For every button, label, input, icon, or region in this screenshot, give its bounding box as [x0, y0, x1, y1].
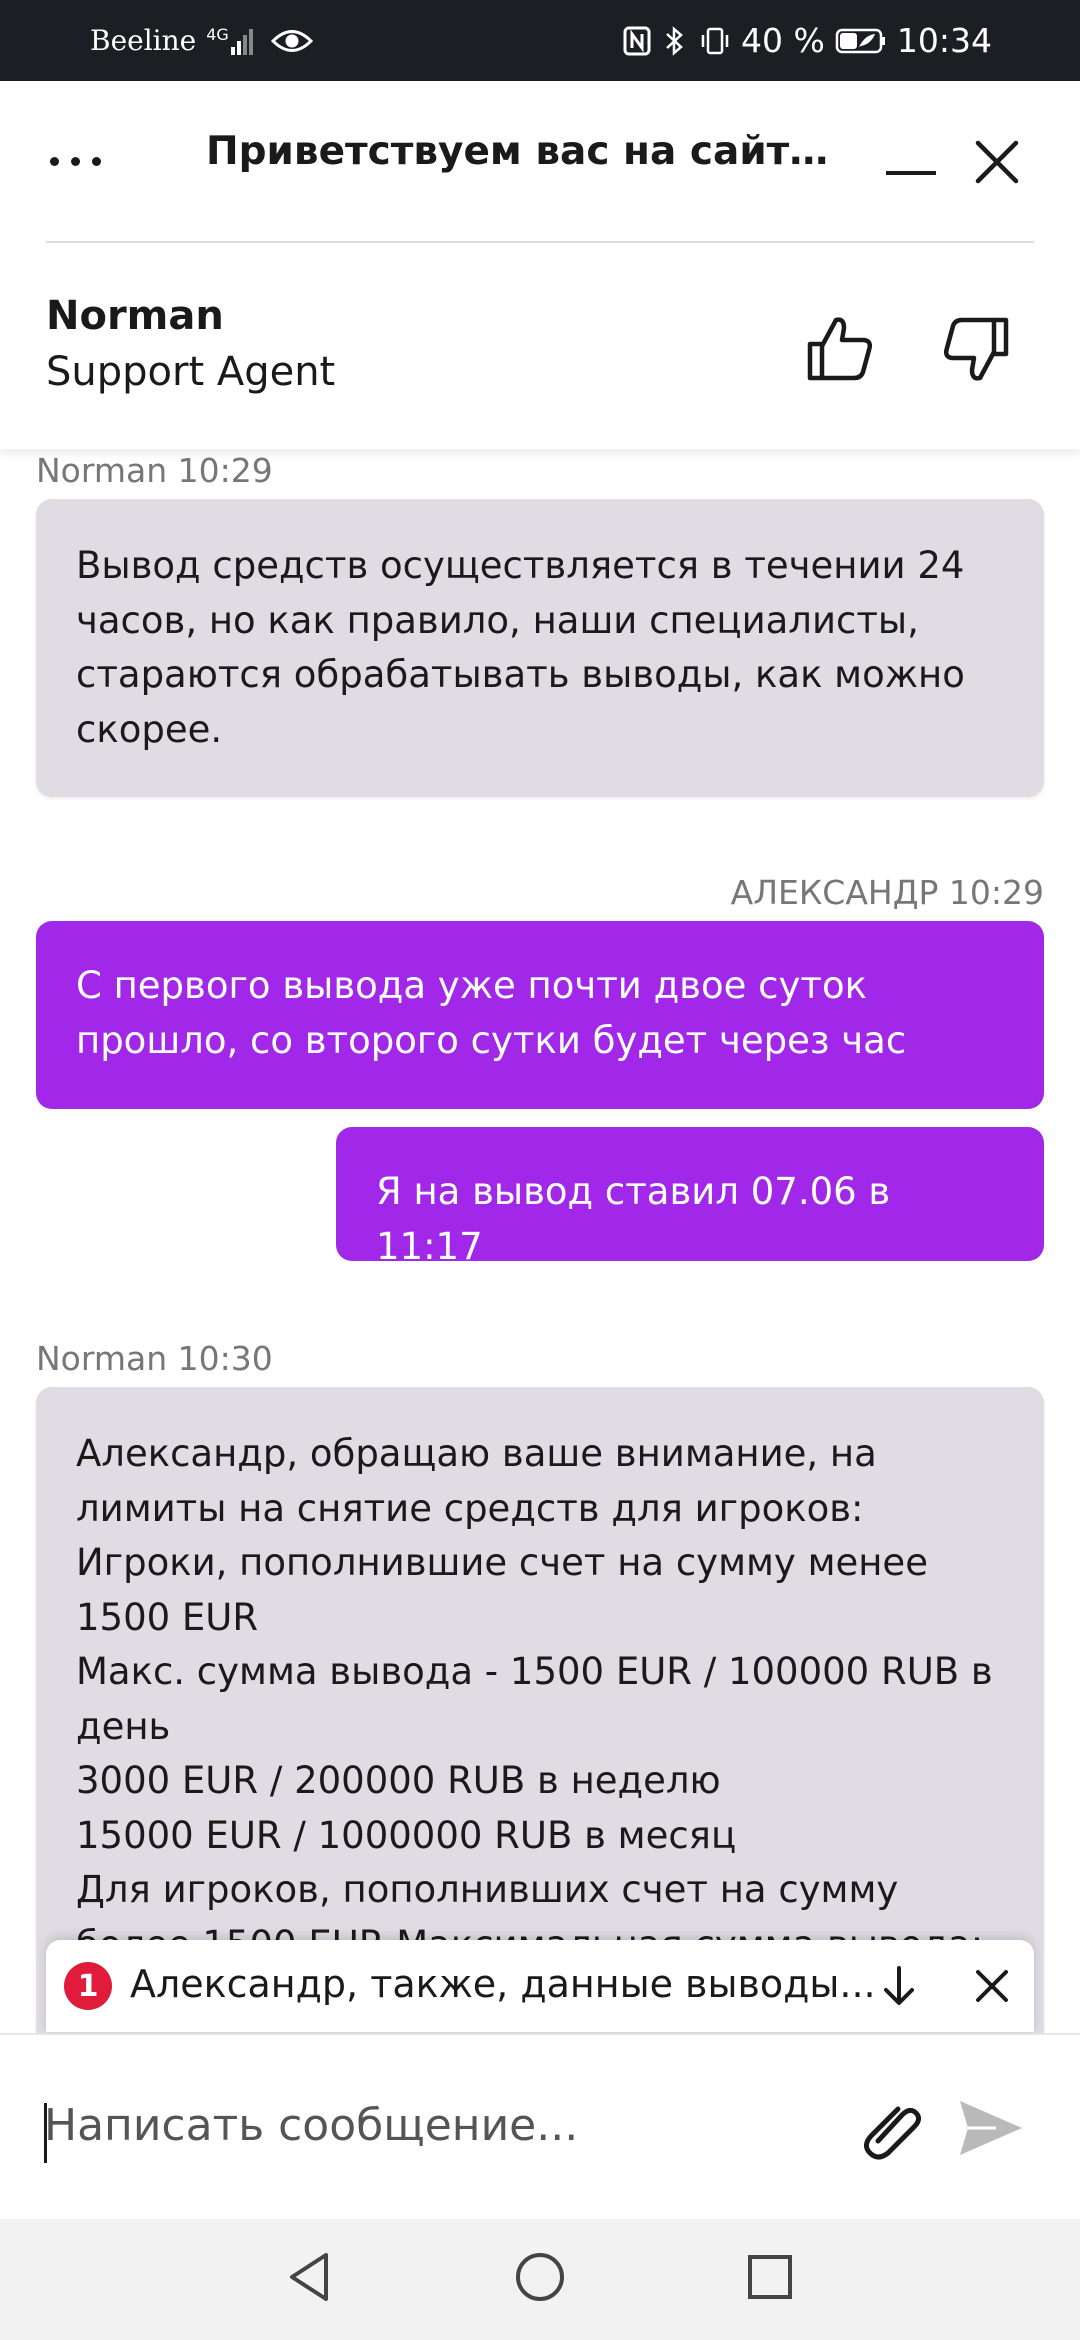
battery-percent: 40 % [741, 21, 825, 60]
send-icon[interactable] [956, 2095, 1026, 2161]
unread-count-badge: 1 [64, 1962, 112, 2010]
message-line: С первого вывода уже почти двое суток [76, 964, 867, 1007]
message-line: 3000 EUR / 200000 RUB в неделю [76, 1759, 721, 1802]
message-line: скорее. [76, 707, 223, 751]
more-icon-dot [50, 156, 59, 166]
message-line: лимиты на снятие средств для игроков: [76, 1486, 864, 1530]
message-meta: Norman 10:29 [36, 451, 273, 490]
close-icon[interactable] [972, 137, 1022, 187]
network-icon: 4G [206, 24, 261, 55]
message-line: часов, но как правило, наши специалисты, [76, 598, 919, 642]
incoming-message-bubble: Вывод средств осуществляется в течении 2… [36, 499, 1044, 797]
message-line: Макс. сумма вывода - 1500 EUR / 100000 R… [76, 1650, 993, 1693]
new-message-notice[interactable]: 1 Александр, также, данные выводы... [46, 1940, 1034, 2032]
more-icon-dot [71, 156, 80, 166]
app-screen: Beeline 4G 40 % 10:34 Приветствуем вас н… [0, 0, 1080, 2340]
nfc-icon [623, 26, 651, 55]
attach-icon[interactable] [858, 2095, 924, 2161]
navigation-bar [0, 2219, 1080, 2340]
agent-name: Norman [46, 293, 224, 339]
status-bar: Beeline 4G 40 % 10:34 [0, 0, 1080, 81]
message-meta: Norman 10:30 [36, 1339, 273, 1378]
network-label: 4G [206, 24, 229, 44]
message-line: прошло, со второго сутки будет через час [76, 1018, 907, 1062]
arrow-down-icon[interactable] [874, 1960, 924, 2010]
message-line: 15000 EUR / 1000000 RUB в месяц [76, 1813, 737, 1857]
bluetooth-icon [666, 25, 683, 56]
thumbs-up-icon[interactable] [806, 314, 876, 384]
more-options-button[interactable] [50, 141, 114, 181]
more-icon-dot [92, 156, 101, 166]
status-left: Beeline 4G [90, 0, 313, 81]
message-line: день [76, 1704, 171, 1748]
eye-icon [270, 29, 313, 52]
message-line: стараются обрабатывать выводы, как можно [76, 653, 965, 696]
chat-title: Приветствуем вас на сайте ... [206, 129, 846, 174]
chat-header: Приветствуем вас на сайте ... [0, 81, 1080, 244]
message-line: Игроки, пополнившие счет на сумму менее [76, 1541, 928, 1584]
message-meta: АЛЕКСАНДР 10:29 [730, 873, 1044, 912]
notice-preview-text[interactable]: Александр, также, данные выводы... [130, 1962, 900, 2006]
message-line: Я на вывод ставил 07.06 в 11:17 [376, 1170, 891, 1268]
vibrate-icon [701, 27, 729, 54]
message-input[interactable] [44, 2085, 824, 2165]
thumbs-down-icon[interactable] [940, 314, 1010, 384]
message-line: Для игроков, пополнивших счет на сумму [76, 1868, 899, 1911]
message-line: Александр, обращаю ваше внимание, на [76, 1432, 877, 1475]
back-icon[interactable] [282, 2249, 338, 2305]
close-icon[interactable] [970, 1964, 1014, 2008]
message-line: 1500 EUR [76, 1595, 259, 1639]
signal-icon [230, 28, 253, 55]
minimize-icon[interactable] [886, 171, 936, 175]
carrier-label: Beeline [90, 24, 197, 57]
battery-icon [835, 28, 885, 53]
agent-role: Support Agent [46, 349, 336, 395]
agent-info: Norman Support Agent [0, 243, 1080, 449]
message-composer [0, 2033, 1080, 2219]
text-caret [44, 2103, 47, 2163]
clock: 10:34 [896, 21, 992, 60]
outgoing-message-bubble: С первого вывода уже почти двое суток пр… [36, 921, 1044, 1109]
home-icon[interactable] [512, 2249, 568, 2305]
status-right: 40 % 10:34 [623, 0, 992, 81]
message-line: Вывод средств осуществляется в течении 2… [76, 544, 965, 587]
outgoing-message-bubble: Я на вывод ставил 07.06 в 11:17 [336, 1127, 1044, 1268]
incoming-message-bubble: Александр, обращаю ваше внимание, на лим… [36, 1387, 1044, 2033]
recent-apps-icon[interactable] [742, 2249, 798, 2305]
message-list[interactable]: Norman 10:29 Вывод средств осуществляетс… [0, 449, 1080, 2033]
